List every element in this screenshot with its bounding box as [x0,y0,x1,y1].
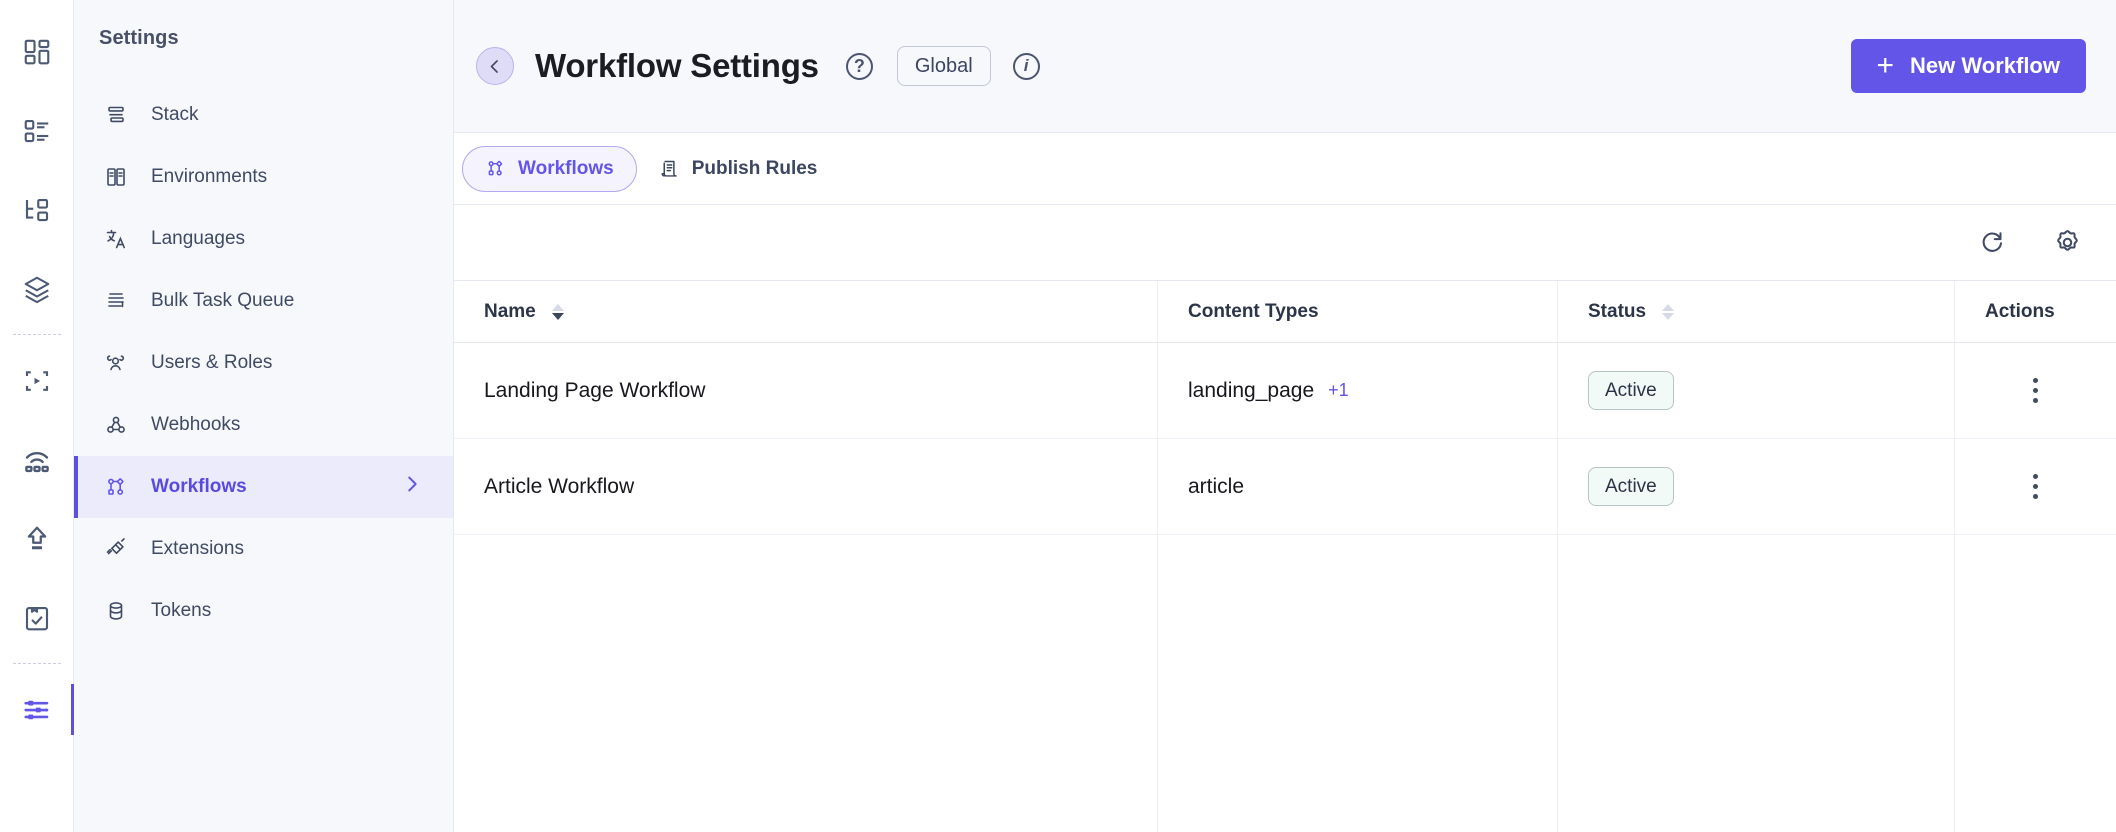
sort-toggle-name[interactable] [551,303,564,320]
table-row[interactable]: Article Workflow article Active [454,439,2116,535]
new-workflow-button[interactable]: + New Workflow [1850,39,2086,93]
scope-badge[interactable]: Global [896,46,991,86]
table-header-row: Name Content Types Status Actions [454,281,2116,343]
extensions-icon [101,534,131,564]
page-header: Workflow Settings ? Global i + New Workf… [454,0,2116,133]
cell-name: Article Workflow [454,439,1158,534]
column-header-status[interactable]: Status [1558,281,1955,342]
live-preview-icon[interactable] [0,341,74,420]
plus-icon: + [1876,49,1895,82]
column-label: Actions [1985,300,2055,322]
content-type-label: article [1188,474,1245,498]
settings-nav: Stack Environments Languages Bulk Task Q… [74,84,453,642]
sidebar-item-label: Environments [151,166,268,187]
app-icon-rail [0,0,74,832]
entries-icon[interactable] [0,170,74,249]
sort-desc-icon [551,312,564,320]
publish-rules-icon [659,158,680,179]
environments-icon [101,162,131,192]
sidebar-item-workflows[interactable]: Workflows [74,456,453,518]
tasks-icon[interactable] [0,578,74,657]
settings-sidebar: Settings Stack Environments Languages Bu… [74,0,454,832]
sort-toggle-status[interactable] [1662,303,1675,320]
languages-icon [101,224,131,254]
tab-label: Workflows [518,157,614,179]
sidebar-item-extensions[interactable]: Extensions [74,518,453,580]
sidebar-item-label: Stack [151,104,199,125]
table-toolbar [454,205,2116,281]
tab-label: Publish Rules [691,157,818,179]
sort-asc-icon [551,303,564,311]
cell-status: Active [1558,439,1955,534]
sort-asc-icon [1662,303,1675,311]
row-actions-menu-icon[interactable] [2033,378,2038,403]
sidebar-item-label: Workflows [151,476,247,497]
cell-actions [1955,343,2116,438]
sidebar-item-stack[interactable]: Stack [74,84,453,146]
gear-icon[interactable] [2053,228,2082,257]
content-type-label: landing_page [1188,378,1315,402]
status-badge: Active [1588,371,1674,410]
new-workflow-label: New Workflow [1910,53,2060,78]
tab-strip: Workflows Publish Rules [454,133,2116,205]
column-header-name[interactable]: Name [454,281,1158,342]
help-icon[interactable]: ? [845,52,873,80]
column-label: Name [484,300,536,322]
sidebar-item-bulk-task-queue[interactable]: Bulk Task Queue [74,270,453,332]
cell-content-types: landing_page +1 [1158,343,1558,438]
bulk-task-queue-icon [101,286,131,316]
sidebar-item-webhooks[interactable]: Webhooks [74,394,453,456]
assets-icon[interactable] [0,249,74,328]
workflows-icon [101,472,131,502]
sidebar-item-label: Bulk Task Queue [151,290,295,311]
main-content: Workflow Settings ? Global i + New Workf… [454,0,2116,832]
settings-icon[interactable] [0,670,74,749]
sidebar-title: Settings [99,27,179,49]
users-roles-icon [101,348,131,378]
sidebar-item-label: Languages [151,228,246,249]
sort-desc-icon [1662,312,1675,320]
sidebar-item-languages[interactable]: Languages [74,208,453,270]
rail-divider-2 [12,663,61,664]
content-types-icon[interactable] [0,91,74,170]
refresh-icon[interactable] [1978,228,2007,257]
cell-actions [1955,439,2116,534]
workflows-table: Name Content Types Status Actions Landin… [454,281,2116,832]
tab-workflows[interactable]: Workflows [462,145,637,192]
sidebar-item-label: Tokens [151,600,212,621]
workflows-icon [485,158,506,179]
content-type-overflow-count[interactable]: +1 [1328,380,1349,401]
stack-icon [101,100,131,130]
column-label: Content Types [1188,300,1319,322]
tokens-icon [101,596,131,626]
sidebar-item-environments[interactable]: Environments [74,146,453,208]
table-body: Landing Page Workflow landing_page +1 Ac… [454,343,2116,832]
sidebar-item-tokens[interactable]: Tokens [74,580,453,642]
column-header-actions: Actions [1955,281,2116,342]
table-row[interactable]: Landing Page Workflow landing_page +1 Ac… [454,343,2116,439]
cell-name: Landing Page Workflow [454,343,1158,438]
sidebar-item-users-roles[interactable]: Users & Roles [74,332,453,394]
sidebar-item-label: Extensions [151,538,244,559]
row-actions-menu-icon[interactable] [2033,474,2038,499]
page-title: Workflow Settings [535,47,819,84]
column-header-content-types: Content Types [1158,281,1558,342]
sidebar-item-label: Webhooks [151,414,241,435]
dashboard-icon[interactable] [0,12,74,91]
rail-divider [12,334,61,335]
status-badge: Active [1588,467,1674,506]
webhooks-icon [101,410,131,440]
back-button[interactable] [476,47,514,85]
cell-content-types: article [1158,439,1558,534]
publish-icon[interactable] [0,499,74,578]
info-icon[interactable]: i [1012,52,1040,80]
releases-icon[interactable] [0,420,74,499]
table-empty-space [454,535,2116,832]
chevron-right-icon [401,473,423,501]
cell-status: Active [1558,343,1955,438]
column-label: Status [1588,300,1647,322]
tab-publish-rules[interactable]: Publish Rules [637,146,840,192]
sidebar-item-label: Users & Roles [151,352,273,373]
